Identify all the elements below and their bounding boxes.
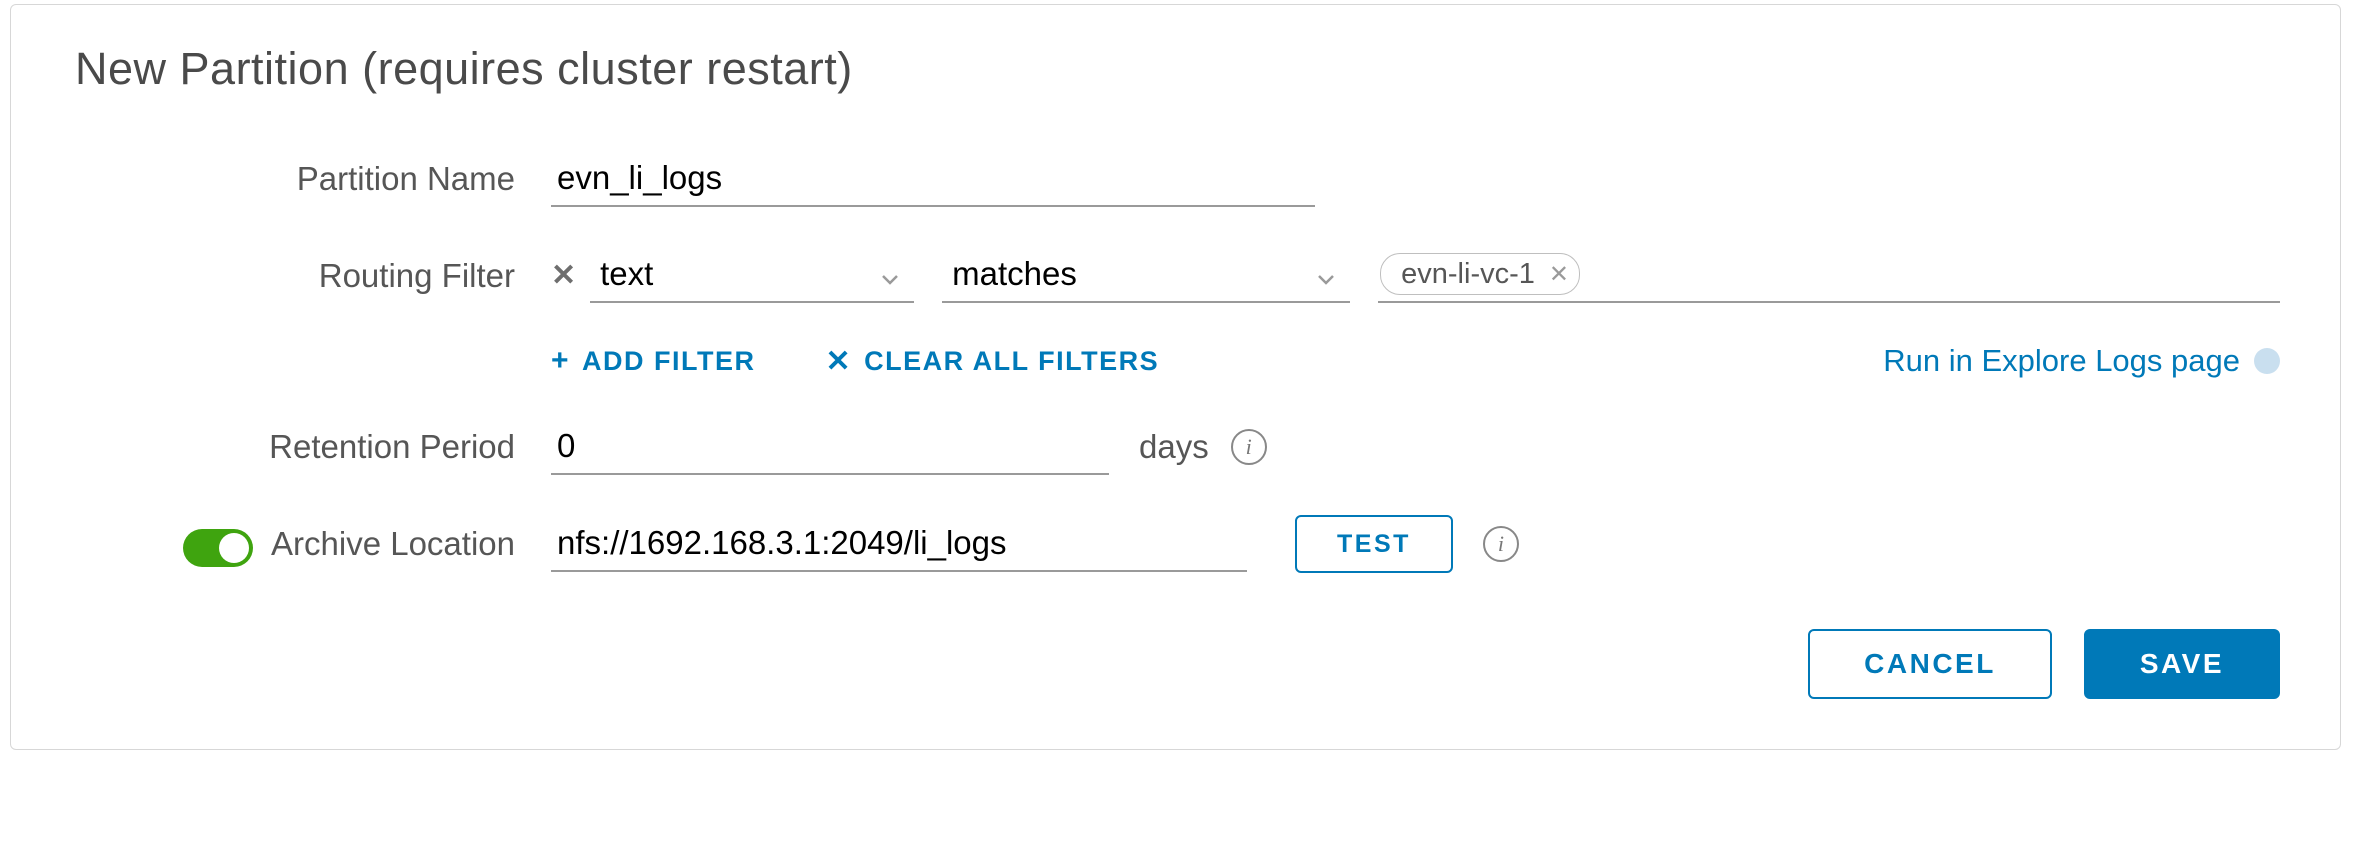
run-explore-logs-link[interactable]: Run in Explore Logs page — [1883, 343, 2280, 379]
info-icon[interactable]: i — [1231, 429, 1267, 465]
filter-operator-value: matches — [952, 255, 1077, 293]
form: Partition Name Routing Filter ✕ text mat… — [71, 151, 2280, 573]
toggle-knob — [219, 533, 249, 563]
partition-name-label: Partition Name — [71, 160, 551, 198]
run-explore-logs-label: Run in Explore Logs page — [1883, 343, 2240, 379]
save-button[interactable]: SAVE — [2084, 629, 2280, 699]
archive-toggle[interactable] — [183, 529, 253, 567]
test-button[interactable]: TEST — [1295, 515, 1453, 573]
plus-icon: + — [551, 344, 570, 378]
new-partition-panel: New Partition (requires cluster restart)… — [10, 4, 2341, 750]
panel-title: New Partition (requires cluster restart) — [75, 43, 2280, 95]
remove-tag-icon[interactable]: ✕ — [1549, 260, 1569, 289]
chevron-down-icon — [1314, 261, 1338, 299]
filter-tag-text: evn-li-vc-1 — [1401, 258, 1535, 291]
archive-location-input[interactable] — [551, 516, 1247, 572]
remove-filter-icon[interactable]: ✕ — [551, 258, 576, 293]
chevron-down-icon — [878, 261, 902, 299]
routing-filter-label: Routing Filter — [71, 255, 551, 295]
filter-field-select[interactable]: text — [590, 247, 914, 303]
filter-operator-select[interactable]: matches — [942, 247, 1350, 303]
arrow-circle-icon — [2254, 348, 2280, 374]
add-filter-button[interactable]: + ADD FILTER — [551, 344, 756, 378]
filter-value-input[interactable]: evn-li-vc-1 ✕ — [1378, 247, 2280, 303]
partition-name-input[interactable] — [551, 151, 1315, 207]
retention-unit: days — [1139, 428, 1209, 466]
clear-filters-button[interactable]: ✕ CLEAR ALL FILTERS — [826, 344, 1160, 379]
info-icon[interactable]: i — [1483, 526, 1519, 562]
dialog-footer: CANCEL SAVE — [71, 629, 2280, 699]
filter-tag[interactable]: evn-li-vc-1 ✕ — [1380, 253, 1580, 295]
retention-period-input[interactable] — [551, 419, 1109, 475]
add-filter-label: ADD FILTER — [582, 346, 755, 377]
close-icon: ✕ — [826, 344, 853, 379]
clear-filters-label: CLEAR ALL FILTERS — [864, 346, 1159, 377]
cancel-button[interactable]: CANCEL — [1808, 629, 2052, 699]
retention-period-label: Retention Period — [71, 428, 551, 466]
archive-location-label-cell: Archive Location — [71, 525, 551, 563]
filter-field-value: text — [600, 255, 653, 293]
archive-location-label: Archive Location — [271, 525, 515, 562]
